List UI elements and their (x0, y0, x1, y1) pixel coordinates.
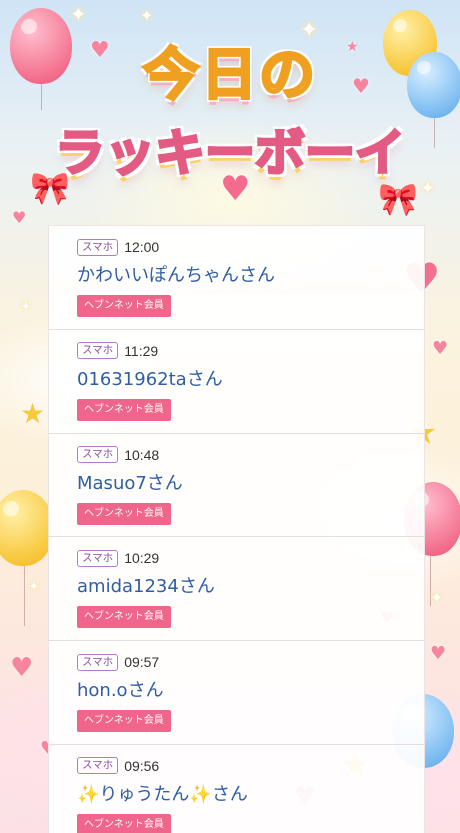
heart-icon: ♥ (10, 653, 34, 683)
visit-time: 10:29 (124, 550, 160, 567)
title-line-1: 今日の (142, 42, 317, 110)
visit-time: 12:00 (124, 239, 160, 255)
sparkle-icon: ✦ (28, 579, 40, 595)
heart-icon: ♥ (12, 208, 27, 227)
member-badge: ヘブンネット会員 (77, 813, 171, 833)
sparkle-icon: ✦ (430, 588, 444, 607)
device-badge: スマホ (77, 342, 119, 360)
ribbon-bow-icon: 🎀 (378, 180, 418, 218)
visit-time: 11:29 (124, 342, 159, 359)
sparkle-icon: ✦ (140, 6, 154, 25)
visit-time: 10:48 (124, 446, 160, 463)
page-title: 今日の ラッキーボーイ (0, 30, 460, 185)
list-item: スマホ 09:57 hon.oさん ヘブンネット会員 (49, 641, 424, 745)
visitor-name: 01631962taさん (77, 368, 223, 390)
list-item: スマホ 09:56 ✨りゅうたん✨さん ヘブンネット会員 (49, 745, 424, 833)
visitor-name: amida1234さん (77, 576, 215, 598)
member-badge: ヘブンネット会員 (77, 606, 171, 629)
member-badge: ヘブンネット会員 (77, 398, 171, 421)
ribbon-bow-icon: 🎀 (30, 169, 70, 207)
member-badge: ヘブンネット会員 (77, 295, 171, 317)
visitor-name: hon.oさん (77, 680, 164, 702)
balloon-icon (0, 490, 54, 566)
member-badge: ヘブンネット会員 (77, 502, 171, 525)
title-line-2: ラッキーボーイ (54, 123, 407, 184)
star-icon: ★ (20, 397, 46, 430)
device-badge: スマホ (77, 757, 119, 775)
device-badge: スマホ (77, 238, 119, 256)
device-badge: スマホ (77, 653, 119, 671)
visitor-name: かわいいぽんちゃんさん (77, 265, 275, 286)
sparkle-icon: ✦ (70, 2, 87, 26)
list-item: スマホ 10:48 Masuo7さん ヘブンネット会員 (49, 434, 424, 538)
heart-icon: ♥ (432, 338, 449, 359)
visit-time: 09:57 (124, 654, 160, 671)
balloon-string (24, 566, 25, 626)
device-badge: スマホ (77, 549, 119, 567)
lucky-visitor-list: スマホ 12:00 かわいいぽんちゃんさん ヘブンネット会員 スマホ 11:29… (48, 225, 425, 833)
visit-time: 09:56 (124, 757, 160, 774)
list-item: スマホ 10:29 amida1234さん ヘブンネット会員 (49, 537, 424, 642)
visitor-name: Masuo7さん (77, 472, 183, 494)
member-badge: ヘブンネット会員 (77, 710, 171, 733)
device-badge: スマホ (77, 446, 119, 464)
heart-icon: ♥ (430, 643, 447, 664)
list-item: スマホ 11:29 01631962taさん ヘブンネット会員 (49, 330, 424, 434)
list-item: スマホ 12:00 かわいいぽんちゃんさん ヘブンネット会員 (49, 226, 424, 330)
sparkle-icon: ✦ (20, 299, 32, 315)
visitor-name: ✨りゅうたん✨さん (77, 783, 248, 805)
